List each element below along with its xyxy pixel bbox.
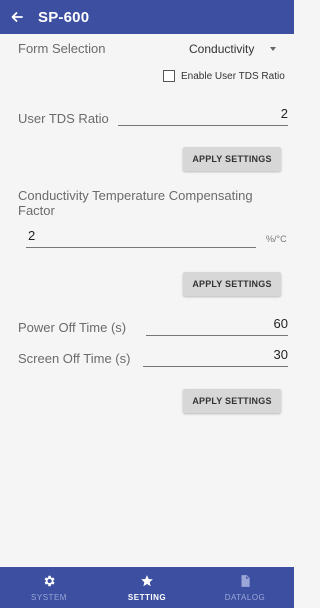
enable-tds-label: Enable User TDS Ratio xyxy=(181,70,285,82)
nav-datalog-label: DATALOG xyxy=(224,593,266,602)
apply-settings-button-2[interactable]: APPLY SETTINGS xyxy=(183,272,281,296)
ctc-factor-input[interactable]: 2 xyxy=(26,226,256,248)
bottom-navigation: SYSTEM SETTING DATALOG xyxy=(0,567,294,608)
nav-setting[interactable]: SETTING xyxy=(98,567,196,608)
screen-off-time-input[interactable]: 30 xyxy=(143,345,288,367)
gear-icon xyxy=(41,573,57,589)
back-arrow-icon[interactable] xyxy=(10,10,24,24)
nav-datalog[interactable]: DATALOG xyxy=(196,567,294,608)
enable-tds-checkbox-row[interactable]: Enable User TDS Ratio xyxy=(163,70,285,82)
nav-system-label: SYSTEM xyxy=(31,593,67,602)
user-tds-ratio-input[interactable]: 2 xyxy=(118,104,288,126)
apply-settings-button-3[interactable]: APPLY SETTINGS xyxy=(183,389,281,413)
ctc-factor-unit: %/°C xyxy=(266,234,287,244)
page-title: SP-600 xyxy=(38,8,90,26)
nav-setting-label: SETTING xyxy=(127,593,167,602)
star-icon xyxy=(139,573,155,589)
form-selection-dropdown[interactable]: Conductivity xyxy=(189,42,277,56)
screen-off-time-label: Screen Off Time (s) xyxy=(18,351,131,366)
user-tds-ratio-label: User TDS Ratio xyxy=(18,111,109,126)
datalog-icon xyxy=(237,573,253,589)
chevron-down-icon xyxy=(270,47,277,51)
ctc-factor-label: Conductivity Temperature Compensating Fa… xyxy=(18,188,253,218)
power-off-time-label: Power Off Time (s) xyxy=(18,320,127,335)
enable-tds-checkbox[interactable] xyxy=(163,70,175,82)
apply-settings-button-1[interactable]: APPLY SETTINGS xyxy=(183,147,281,171)
power-off-time-input[interactable]: 60 xyxy=(146,314,288,336)
app-bar: SP-600 xyxy=(0,0,294,34)
form-selection-value: Conductivity xyxy=(189,42,255,56)
form-selection-label: Form Selection xyxy=(18,41,106,56)
nav-system[interactable]: SYSTEM xyxy=(0,567,98,608)
